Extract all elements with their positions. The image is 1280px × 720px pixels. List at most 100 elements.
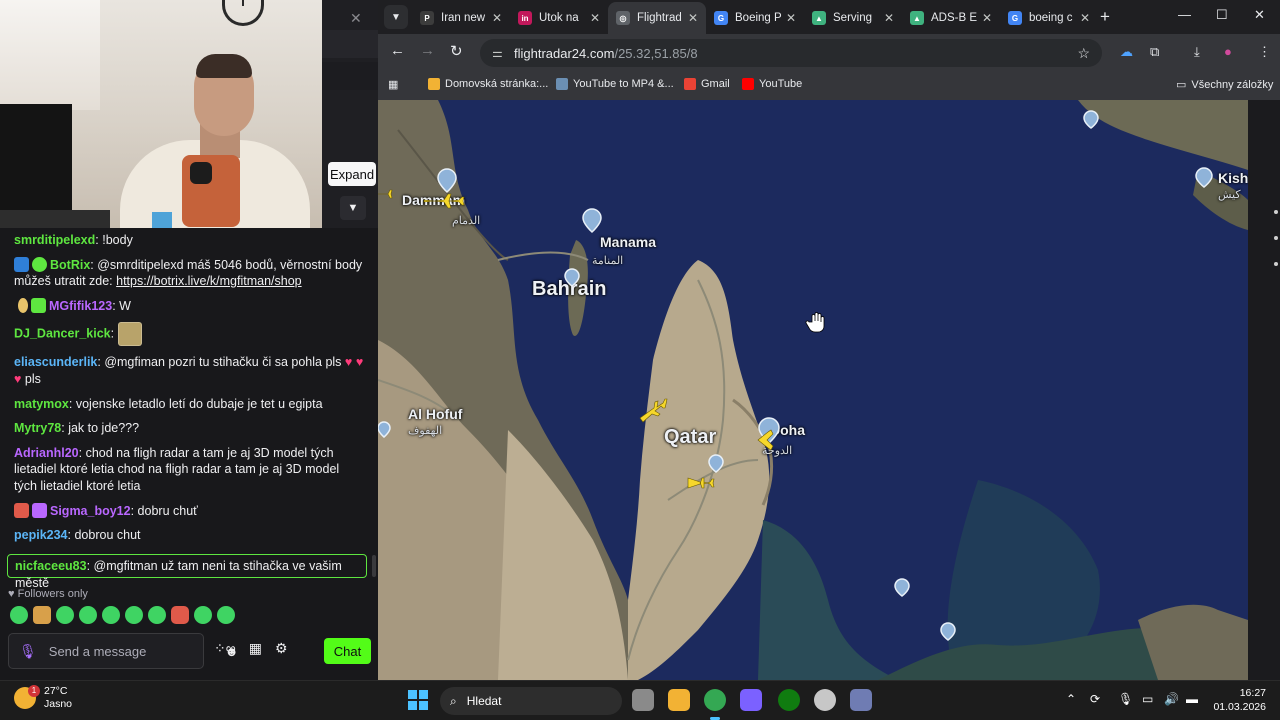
- address-bar[interactable]: ⚌ flightradar24.com/25.32,51.85/8 ☆: [480, 39, 1102, 67]
- emote-icon[interactable]: [217, 606, 235, 624]
- emote-icon[interactable]: [56, 606, 74, 624]
- bookmark-item[interactable]: Domovská stránka:...: [428, 78, 548, 90]
- chat-message: Adrianhl20: chod na fligh radar a tam je…: [14, 445, 340, 493]
- expand-chevron-button[interactable]: ▼: [340, 196, 366, 220]
- back-icon[interactable]: ←: [390, 42, 405, 59]
- chat-username[interactable]: eliascunderlik: [14, 355, 97, 369]
- battery-icon[interactable]: ▬: [1186, 692, 1198, 706]
- clock[interactable]: 16:27 01.03.2026: [1210, 686, 1266, 714]
- windows-start-icon[interactable]: [408, 690, 428, 710]
- microphone-icon[interactable]: 🎙: [1118, 692, 1133, 706]
- profile-avatar-icon[interactable]: ●: [1224, 44, 1232, 59]
- close-tab-icon[interactable]: ✕: [884, 11, 894, 25]
- download-icon[interactable]: ⤓: [1194, 44, 1200, 60]
- send-chat-button[interactable]: Chat: [324, 638, 371, 664]
- close-tab-icon[interactable]: ✕: [786, 11, 796, 25]
- browser-tab[interactable]: ▲ ADS-B E ✕: [902, 5, 1000, 31]
- tab-search-button[interactable]: ▼: [384, 5, 408, 29]
- emote-icon[interactable]: [194, 606, 212, 624]
- chat-message: pepik234: dobrou chut: [14, 528, 141, 543]
- browser-tab[interactable]: G Boeing P ✕: [706, 5, 804, 31]
- close-window-icon[interactable]: ✕: [1254, 7, 1265, 23]
- all-bookmarks-button[interactable]: ▭ Všechny záložky: [1176, 78, 1273, 92]
- close-tab-icon[interactable]: ✕: [688, 11, 698, 25]
- flight-map[interactable]: Dammam الدمام Manama المنامة Bahrain Al …: [378, 100, 1248, 680]
- map-label-dammam-ar: الدمام: [452, 215, 481, 227]
- new-tab-icon[interactable]: +: [1100, 7, 1110, 27]
- tab-favicon-icon: ▲: [910, 11, 924, 25]
- chat-username[interactable]: matymox: [14, 397, 69, 411]
- browser-tab-active[interactable]: ◎ Flightrad ✕: [608, 2, 706, 34]
- cup: [152, 212, 172, 228]
- maximize-icon[interactable]: ☐: [1216, 7, 1228, 23]
- bookmark-item[interactable]: YouTube: [742, 78, 802, 90]
- close-tab-icon[interactable]: ✕: [590, 11, 600, 25]
- bookmark-item[interactable]: YouTube to MP4 &...: [556, 78, 674, 90]
- chat-username[interactable]: MGfifik123: [49, 299, 112, 313]
- chat-username[interactable]: smrditipelexd: [14, 233, 95, 247]
- file-explorer-icon[interactable]: [668, 689, 690, 711]
- close-tab-icon[interactable]: ✕: [1080, 11, 1090, 25]
- store-icon[interactable]: ▦: [249, 640, 262, 657]
- chat-username[interactable]: Adrianhl20: [14, 446, 79, 460]
- browser-menu-icon[interactable]: ⋮: [1258, 44, 1271, 60]
- browser-tab[interactable]: P Iran new ✕: [412, 5, 510, 31]
- emote-icon[interactable]: [79, 606, 97, 624]
- chat-username[interactable]: Sigma_boy12: [50, 504, 131, 518]
- chat-messages[interactable]: smrditipelexd: !body BotRix: @smrditipel…: [0, 232, 378, 590]
- bookmark-label: Domovská stránka:...: [445, 78, 549, 90]
- reload-icon[interactable]: ↻: [450, 42, 463, 60]
- chat-username[interactable]: nicfaceeu83: [15, 559, 87, 573]
- chat-scrollbar[interactable]: [372, 555, 376, 577]
- bookmark-star-icon[interactable]: ☆: [1077, 45, 1090, 62]
- site-info-icon[interactable]: ⚌: [492, 46, 514, 60]
- chat-username[interactable]: pepik234: [14, 528, 68, 542]
- xbox-icon[interactable]: [778, 689, 800, 711]
- quick-emote-bar: [10, 606, 235, 624]
- chat-username[interactable]: BotRix: [50, 258, 90, 272]
- apps-grid-icon[interactable]: ▦: [388, 78, 398, 91]
- sync-icon[interactable]: ⟳: [1090, 692, 1100, 706]
- close-icon[interactable]: ✕: [350, 10, 362, 27]
- points-icon[interactable]: ⁘∞: [214, 640, 236, 657]
- browser-tab[interactable]: G boeing c ✕: [1000, 5, 1098, 31]
- emote-icon[interactable]: [148, 606, 166, 624]
- chat-message: smrditipelexd: !body: [14, 233, 133, 247]
- emote-icon[interactable]: [10, 606, 28, 624]
- chat-input-box[interactable]: 🎙 ☻: [8, 633, 238, 669]
- browser-tab[interactable]: in Útok na ✕: [510, 5, 608, 31]
- gear-icon[interactable]: ⚙: [275, 640, 288, 657]
- extensions-puzzle-icon[interactable]: ⧉: [1150, 44, 1159, 60]
- emote-icon[interactable]: [102, 606, 120, 624]
- bookmark-item[interactable]: Gmail: [684, 78, 730, 90]
- extension-cloud-icon[interactable]: ☁: [1120, 44, 1133, 60]
- browser-tab[interactable]: ▲ Serving ✕: [804, 5, 902, 31]
- weather-widget[interactable]: 1 27°C Jasno: [14, 685, 72, 711]
- emote-icon[interactable]: [171, 606, 189, 624]
- chat-username[interactable]: DJ_Dancer_kick: [14, 327, 111, 341]
- chat-username[interactable]: Mytry78: [14, 421, 61, 435]
- forward-icon[interactable]: →: [420, 42, 435, 59]
- emote-icon[interactable]: [33, 606, 51, 624]
- network-icon[interactable]: ▭: [1142, 692, 1153, 706]
- taskbar-search[interactable]: ⌕ Hledat: [440, 687, 622, 715]
- tab-label: Iran new: [441, 12, 486, 24]
- chrome-icon[interactable]: [704, 689, 726, 720]
- webcam-video[interactable]: [0, 0, 322, 228]
- opera-icon[interactable]: [814, 689, 836, 711]
- emote-icon[interactable]: [125, 606, 143, 624]
- settings-icon[interactable]: [850, 689, 872, 711]
- chat-link[interactable]: https://botrix.live/k/mgfitman/shop: [116, 274, 302, 288]
- app-icon[interactable]: [740, 689, 762, 711]
- chat-message-input[interactable]: [36, 643, 225, 659]
- volume-icon[interactable]: 🔊: [1164, 692, 1179, 706]
- background-tv: [0, 104, 72, 212]
- close-tab-icon[interactable]: ✕: [982, 11, 992, 25]
- minimize-icon[interactable]: —: [1178, 7, 1191, 22]
- chevron-up-icon[interactable]: ⌃: [1066, 692, 1076, 706]
- microphone-icon[interactable]: 🎙: [19, 643, 37, 660]
- close-tab-icon[interactable]: ✕: [492, 11, 502, 25]
- chat-text: dobrou chut: [74, 528, 141, 543]
- tab-favicon-icon: in: [518, 11, 532, 25]
- task-view-icon[interactable]: [632, 689, 654, 711]
